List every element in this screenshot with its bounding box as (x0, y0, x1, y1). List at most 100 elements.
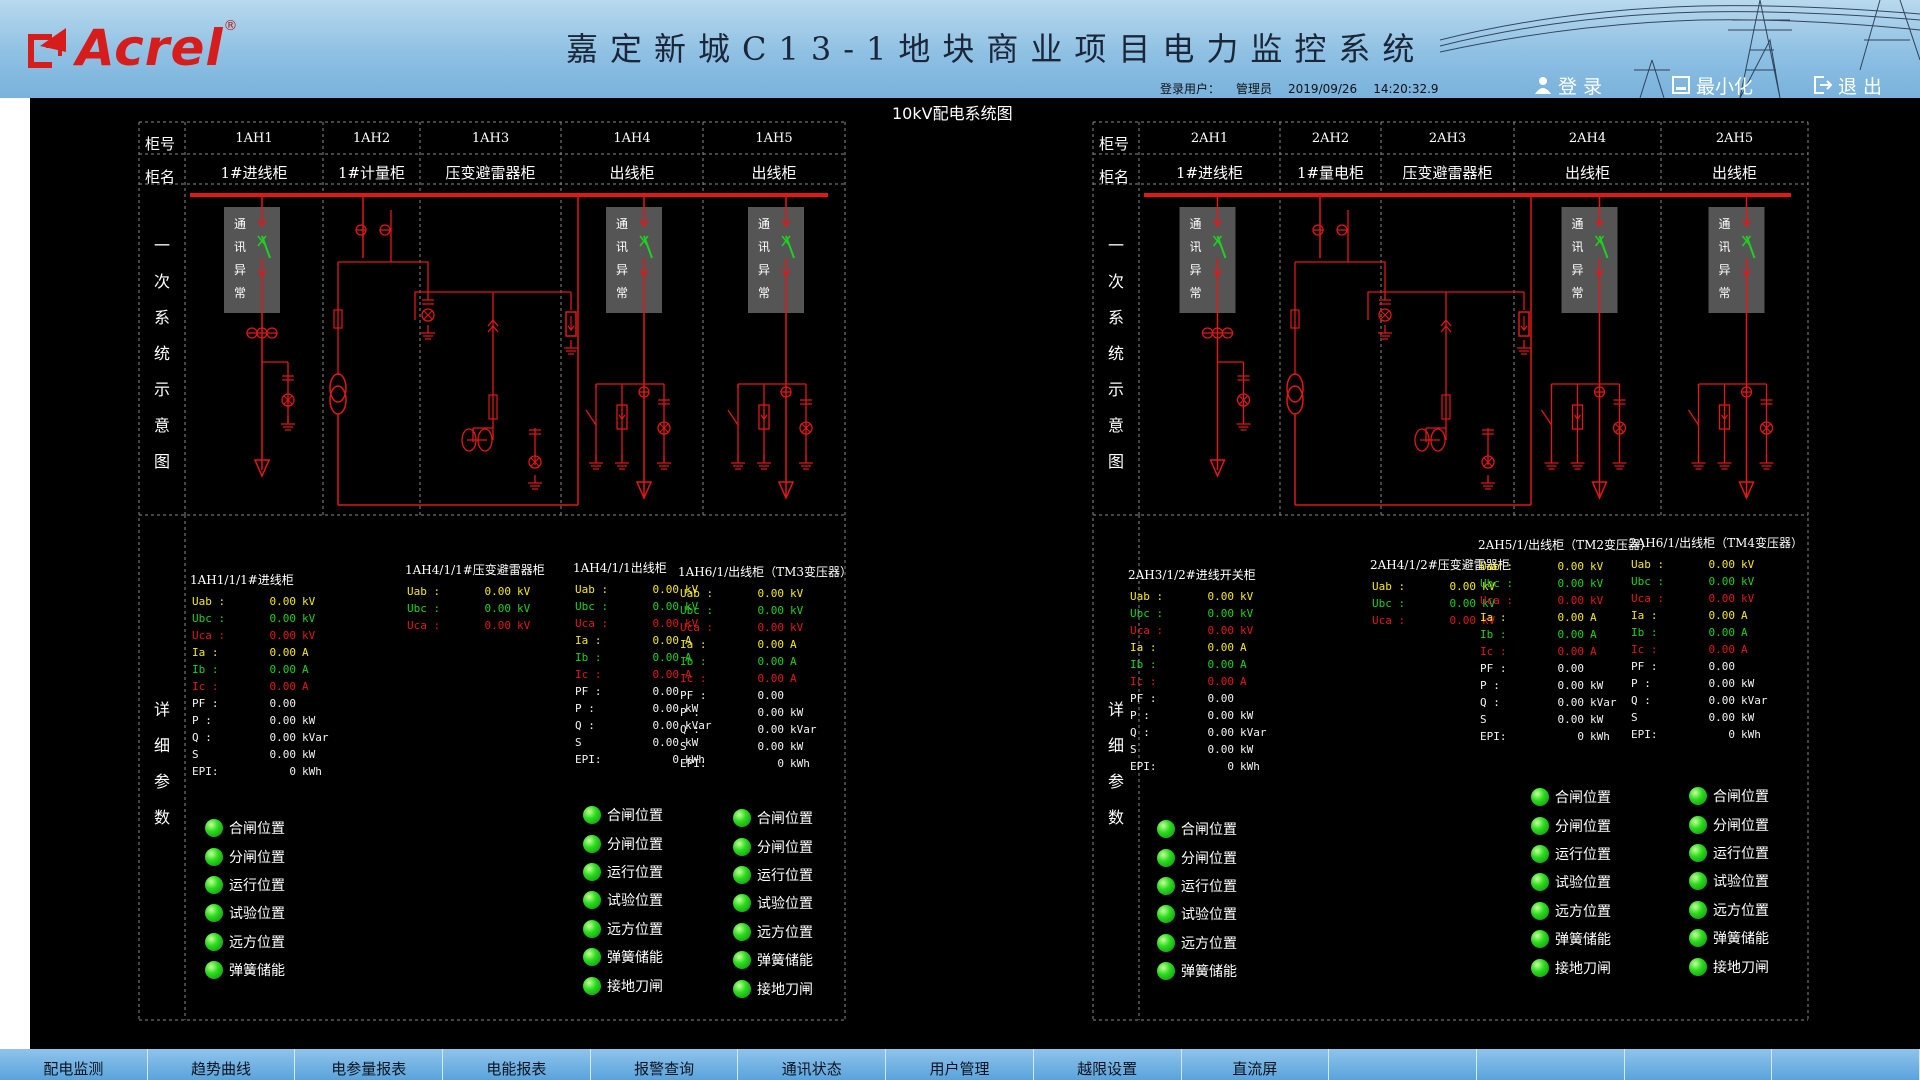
status-label: 合闸位置 (757, 811, 813, 828)
nav-tab[interactable]: 直流屏 (1182, 1049, 1330, 1080)
param-row: EPI: 0 kWh (680, 755, 817, 772)
cabinet-name: 出线柜 (1564, 164, 1610, 182)
status-led-icon (733, 979, 751, 998)
param-unit: A (1741, 643, 1748, 656)
cabinet-name: 压变避雷器柜 (1402, 164, 1493, 182)
param-key: Uca : (680, 621, 714, 634)
status-led-icon (733, 809, 751, 828)
param-unit: A (790, 672, 797, 685)
param-list: Uab : 0.00 kV Ubc : 0.00 kV Uca : 0.00 kV Ia : 0.0… (1631, 556, 1768, 743)
single-line-diagram: 通讯异常通讯异常通讯异常通讯异常通讯异常通讯异常 (138, 121, 1809, 1021)
bottom-nav: 配电监测 趋势曲线 电参量报表 电能报表 报警查询 通讯状态 用户管理 越限设置 直流屏 (0, 1049, 1920, 1080)
param-row: Ic : 0.00 A (192, 678, 329, 695)
status-list: 合闸位置 分闸位置 运行位置 试验位置 远方位置 弹簧储能 (1157, 815, 1237, 985)
param-unit: kV (790, 621, 804, 634)
status-led-icon (1157, 876, 1175, 895)
param-row: Uab : 0.00 kV (1130, 588, 1267, 605)
status-item: 运行位置 (205, 871, 285, 899)
param-value: 0.00 (757, 723, 785, 736)
nav-tab[interactable]: 通讯状态 (738, 1049, 887, 1080)
cabinet-no: 1AH4 (613, 131, 651, 146)
status-label: 运行位置 (607, 864, 663, 881)
comm-fault-char: 异 (1190, 263, 1202, 277)
param-row: Uca : 0.00 kV (1480, 592, 1617, 609)
status-led-icon (1157, 933, 1175, 952)
param-row: PF : 0.00 (192, 695, 329, 712)
panel-title: 1AH1/1/1#进线柜 (190, 573, 294, 587)
cabinet-name: 1#进线柜 (220, 164, 288, 182)
param-row: Uab : 0.00 kV (1631, 556, 1768, 573)
param-value: 0.00 (652, 685, 680, 698)
nav-tab[interactable]: 电能报表 (443, 1049, 591, 1080)
param-unit: A (1590, 645, 1597, 658)
nav-tab[interactable]: 报警查询 (591, 1049, 739, 1080)
status-list: 合闸位置 分闸位置 运行位置 试验位置 远方位置 弹簧储能 接地刀闸 (1689, 782, 1769, 981)
param-row: Ubc : 0.00 kV (192, 610, 329, 627)
param-unit: kV (790, 604, 804, 617)
param-value: 0.00 (1708, 677, 1736, 690)
param-row: S 0.00 kW (1631, 709, 1768, 726)
status-item: 分闸位置 (1531, 811, 1611, 839)
nav-tab[interactable]: 电参量报表 (295, 1049, 444, 1080)
param-key: Ia : (575, 634, 602, 647)
nav-tab[interactable] (1477, 1049, 1625, 1080)
status-led-icon (205, 904, 223, 923)
param-value: 0.00 (757, 604, 785, 617)
nav-tab[interactable]: 越限设置 (1034, 1049, 1182, 1080)
param-key: Ubc : (1480, 577, 1514, 590)
param-row: Ia : 0.00 A (1480, 609, 1617, 626)
param-value: 0.00 (1557, 560, 1585, 573)
param-key: Ubc : (1130, 607, 1164, 620)
status-led-icon (1689, 957, 1707, 976)
param-value: 0.00 (1708, 660, 1736, 673)
nav-tab[interactable]: 趋势曲线 (148, 1049, 296, 1080)
param-unit: kV (517, 602, 531, 615)
param-key: Q : (1631, 694, 1651, 707)
status-led-icon (583, 919, 601, 938)
nav-tab[interactable] (1329, 1049, 1477, 1080)
param-row: PF : 0.00 (1130, 690, 1267, 707)
nav-tab[interactable] (1625, 1049, 1773, 1080)
cabinet-no: 1AH1 (235, 131, 273, 146)
comm-fault-box: 通讯异常 (1179, 195, 1236, 313)
param-key: Ic : (192, 680, 219, 693)
param-value: 0.00 (652, 617, 680, 630)
status-label: 弹簧储能 (229, 963, 285, 980)
param-row: Ubc : 0.00 kV (1480, 575, 1617, 592)
param-row: P : 0.00 kW (1480, 677, 1617, 694)
status-item: 合闸位置 (733, 804, 813, 832)
status-item: 合闸位置 (1531, 783, 1611, 811)
param-key: Q : (680, 723, 700, 736)
nav-tab[interactable]: 配电监测 (0, 1049, 148, 1080)
param-value: 0.00 (1708, 626, 1736, 639)
param-row: Q : 0.00 kVar (1130, 724, 1267, 741)
status-label: 弹簧储能 (607, 950, 663, 967)
panel-title: 2AH6/1/出线柜（TM4变压器） (1629, 536, 1804, 550)
nav-tab[interactable] (1772, 1049, 1920, 1080)
status-label: 接地刀闸 (1713, 959, 1769, 976)
param-value: 0.00 (269, 595, 297, 608)
param-row: P : 0.00 kW (680, 704, 817, 721)
param-unit: A (302, 663, 309, 676)
status-label: 试验位置 (757, 896, 813, 913)
status-label: 分闸位置 (1713, 817, 1769, 834)
status-item: 合闸位置 (205, 814, 285, 842)
panel-title: 2AH3/1/2#进线开关柜 (1128, 568, 1256, 582)
param-value: 0.00 (1207, 692, 1235, 705)
param-value: 0.00 (1557, 679, 1585, 692)
status-item: 弹簧储能 (733, 946, 813, 974)
param-unit: A (790, 638, 797, 651)
param-row: PF : 0.00 (1480, 660, 1617, 677)
param-row: Ia : 0.00 A (680, 636, 817, 653)
status-led-icon (205, 819, 223, 838)
nav-tab[interactable]: 用户管理 (886, 1049, 1034, 1080)
param-unit: kWh (1741, 728, 1761, 741)
param-row: EPI: 0 kWh (192, 763, 329, 780)
param-value: 0.00 (757, 740, 785, 753)
param-key: Uca : (192, 629, 226, 642)
status-led-icon (1531, 788, 1549, 807)
param-value: 0.00 (1449, 614, 1477, 627)
param-key: Ubc : (1631, 575, 1665, 588)
status-item: 接地刀闸 (1531, 953, 1611, 981)
param-unit: kW (1741, 711, 1755, 724)
